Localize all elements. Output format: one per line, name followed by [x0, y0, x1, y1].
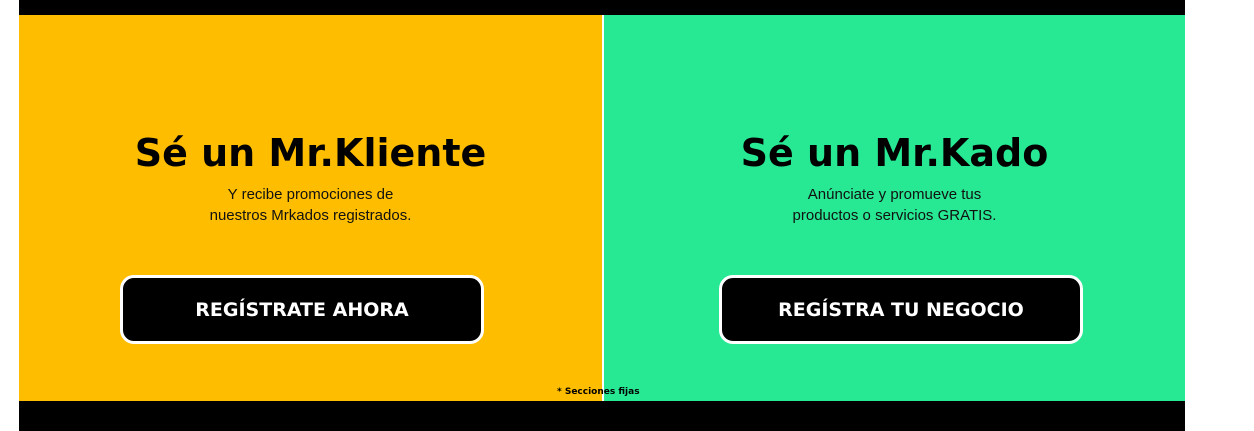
client-panel-title: Sé un Mr.Kliente	[134, 131, 487, 175]
client-subtitle-line-2: nuestros Mrkados registrados.	[209, 207, 412, 224]
register-business-button[interactable]: REGÍSTRA TU NEGOCIO	[719, 275, 1083, 344]
business-panel-title: Sé un Mr.Kado	[740, 131, 1049, 175]
client-signup-panel: Sé un Mr.Kliente Y recibe promociones de…	[19, 15, 602, 401]
business-subtitle-line-2: productos o servicios GRATIS.	[792, 207, 997, 224]
business-signup-panel: Sé un Mr.Kado Anúnciate y promueve tus p…	[604, 15, 1185, 401]
fixed-sections-footnote: * Secciones fijas	[557, 387, 640, 397]
register-now-button[interactable]: REGÍSTRATE AHORA	[120, 275, 484, 344]
business-subtitle-line-1: Anúnciate y promueve tus	[807, 186, 982, 203]
client-panel-subtitle: Y recibe promociones de nuestros Mrkados…	[19, 184, 602, 226]
business-panel-subtitle: Anúnciate y promueve tus productos o ser…	[604, 184, 1185, 226]
client-subtitle-line-1: Y recibe promociones de	[227, 186, 394, 203]
